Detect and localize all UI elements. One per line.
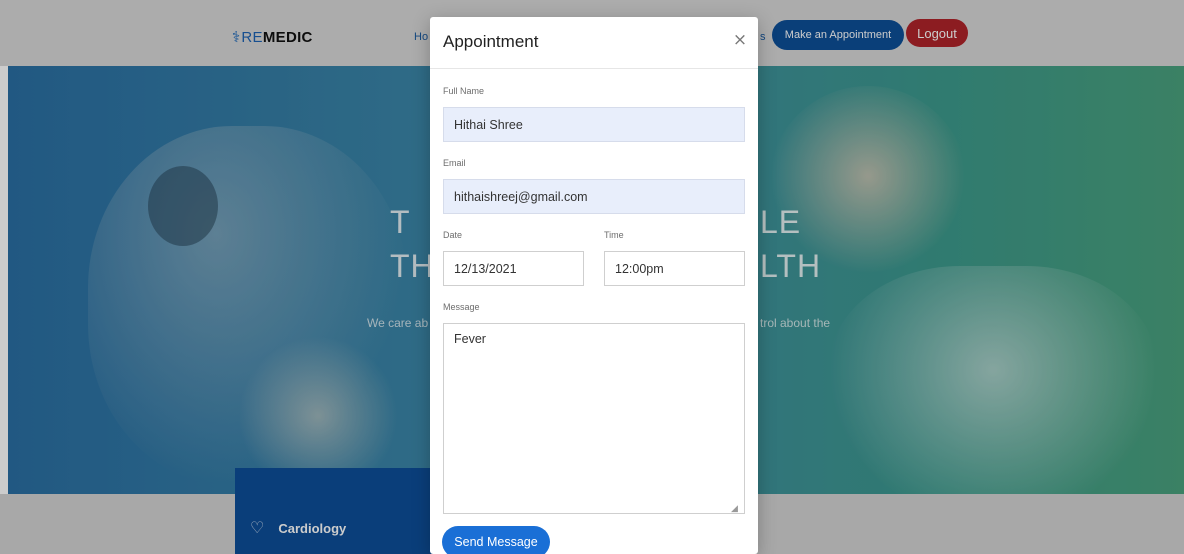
time-label: Time (604, 230, 624, 240)
send-message-button[interactable]: Send Message (442, 526, 550, 554)
email-input[interactable] (443, 179, 745, 214)
modal-header: Appointment × (430, 17, 758, 69)
email-label: Email (443, 158, 466, 168)
message-label: Message (443, 302, 480, 312)
appointment-modal: Appointment × Full Name Email Date Time … (430, 17, 758, 554)
full-name-label: Full Name (443, 86, 485, 96)
resize-handle-icon[interactable]: ◢ (731, 503, 738, 514)
modal-title: Appointment (443, 32, 539, 51)
date-input[interactable] (443, 251, 584, 286)
close-icon[interactable]: × (730, 29, 750, 51)
time-input[interactable] (604, 251, 745, 286)
date-label: Date (443, 230, 463, 240)
message-textarea[interactable]: Fever (443, 323, 745, 514)
full-name-input[interactable] (443, 107, 745, 142)
